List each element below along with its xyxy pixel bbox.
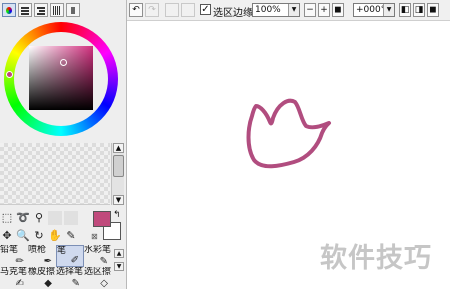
foreground-color-swatch[interactable] xyxy=(93,211,111,227)
rotate-icon[interactable]: ↻ xyxy=(32,229,46,243)
palette-scrollbar[interactable]: ▲ ▼ xyxy=(111,143,124,205)
top-toolbar: ↶ ↷ ✓ 选区边缘 100% ▼ − + ◼ +000° ▼ ◧ ◨ ◼ xyxy=(127,0,450,21)
magic-wand-icon[interactable]: ⚲ xyxy=(32,211,46,225)
deselect-button[interactable] xyxy=(165,3,179,17)
brush-label: 喷枪 xyxy=(28,245,47,255)
selection-edge-label: 选区边缘 xyxy=(213,8,253,19)
pen-icon: ✐ xyxy=(70,255,79,266)
selection-tools-row: ⬚ ➰ ⚲ xyxy=(0,211,78,225)
left-panel: ▲ ▼ ⬚ ➰ ⚲ ✥ 🔍 ↻ ✋ ✎ ↰ ⊠ 铅笔 ✏ 喷枪 ✒ 笔 ✐ 水彩笔 ✎ 马克笔 ✍… xyxy=(0,0,127,289)
scroll-down-icon[interactable]: ▼ xyxy=(114,262,124,271)
scroll-down-icon[interactable]: ▼ xyxy=(113,195,124,205)
brush-slot[interactable]: 水彩笔 ✎ xyxy=(84,245,112,267)
rect-select-icon[interactable]: ⬚ xyxy=(0,211,14,225)
swatch-button[interactable] xyxy=(66,3,80,17)
brush-slot[interactable]: 马克笔 ✍ xyxy=(0,267,28,289)
select-pen-icon: ✎ xyxy=(71,278,80,289)
redo-button[interactable]: ↷ xyxy=(145,3,159,17)
swap-colors-icon[interactable]: ↰ xyxy=(113,210,121,220)
brush-slot[interactable]: 选择笔 ✎ xyxy=(56,267,84,289)
scroll-up-icon[interactable]: ▲ xyxy=(113,143,124,153)
zoom-icon[interactable]: 🔍 xyxy=(16,229,30,243)
rotate-select[interactable]: +000° ▼ xyxy=(353,3,395,17)
zoom-out-button[interactable]: − xyxy=(304,3,316,17)
hsv-sliders-button[interactable] xyxy=(34,3,48,17)
rotate-left-button[interactable]: ◧ xyxy=(399,3,411,17)
zoom-in-button[interactable]: + xyxy=(318,3,330,17)
brush-label: 铅笔 xyxy=(0,245,19,255)
color-wheel-mode-button[interactable] xyxy=(2,3,16,17)
zoom-reset-button[interactable]: ◼ xyxy=(332,3,344,17)
brush-label: 水彩笔 xyxy=(84,245,112,255)
eyedropper-icon[interactable]: ✎ xyxy=(64,229,78,243)
empty-tool-slot xyxy=(48,211,62,225)
rgb-sliders-button[interactable] xyxy=(18,3,32,17)
chevron-down-icon[interactable]: ▼ xyxy=(383,4,394,16)
brush-label: 马克笔 xyxy=(0,267,28,277)
hand-icon[interactable]: ✋ xyxy=(48,229,62,243)
marker-icon: ✍ xyxy=(15,278,24,289)
watercolor-icon: ✎ xyxy=(99,256,108,267)
move-icon[interactable]: ✥ xyxy=(0,229,14,243)
pink-brush-stroke xyxy=(246,98,331,169)
undo-button[interactable]: ↶ xyxy=(129,3,143,17)
chevron-down-icon[interactable]: ▼ xyxy=(288,4,299,16)
brush-slot[interactable]: 橡皮擦 ◆ xyxy=(28,267,56,289)
brush-scrollbar[interactable]: ▲ ▼ xyxy=(114,245,125,289)
hue-marker[interactable] xyxy=(6,71,13,78)
rotate-right-button[interactable]: ◨ xyxy=(413,3,425,17)
brush-slot[interactable]: 喷枪 ✒ xyxy=(28,245,56,267)
transparent-color-icon[interactable]: ⊠ xyxy=(91,232,98,241)
empty-tool-slot xyxy=(64,211,78,225)
brush-slot[interactable]: 笔 ✐ xyxy=(56,245,84,267)
saturation-value-marker[interactable] xyxy=(60,59,67,66)
rotate-reset-button[interactable]: ◼ xyxy=(427,3,439,17)
brush-label: 选区擦 xyxy=(84,267,112,277)
selection-edge-checkbox[interactable]: ✓ xyxy=(200,4,211,15)
palette-bar-button[interactable] xyxy=(50,3,64,17)
invert-selection-button[interactable] xyxy=(181,3,195,17)
zoom-select[interactable]: 100% ▼ xyxy=(252,3,300,17)
zoom-value: 100% xyxy=(255,5,281,15)
eraser-icon: ◆ xyxy=(44,278,52,289)
brush-slot[interactable]: 选区擦 ◇ xyxy=(84,267,112,289)
saturation-value-square[interactable] xyxy=(29,46,93,110)
lasso-icon[interactable]: ➰ xyxy=(16,211,30,225)
brush-label: 选择笔 xyxy=(56,267,84,277)
color-mode-bar xyxy=(2,3,80,17)
airbrush-icon: ✒ xyxy=(43,256,52,267)
scroll-up-icon[interactable]: ▲ xyxy=(114,249,124,258)
brush-label: 橡皮擦 xyxy=(28,267,56,277)
color-palette-grid[interactable] xyxy=(0,143,110,205)
view-tools-row: ✥ 🔍 ↻ ✋ ✎ xyxy=(0,229,78,243)
brush-slot[interactable]: 铅笔 ✏ xyxy=(0,245,28,267)
pencil-icon: ✏ xyxy=(15,256,24,267)
select-eraser-icon: ◇ xyxy=(100,278,108,289)
rotate-value: +000° xyxy=(356,5,386,15)
scroll-thumb[interactable] xyxy=(113,155,124,177)
watermark: 软件技巧 xyxy=(320,243,432,274)
brush-tool-grid: 铅笔 ✏ 喷枪 ✒ 笔 ✐ 水彩笔 ✎ 马克笔 ✍ 橡皮擦 ◆ 选择笔 ✎ 选区擦 ◇ xyxy=(0,245,112,289)
brush-label: 笔 xyxy=(57,246,67,256)
